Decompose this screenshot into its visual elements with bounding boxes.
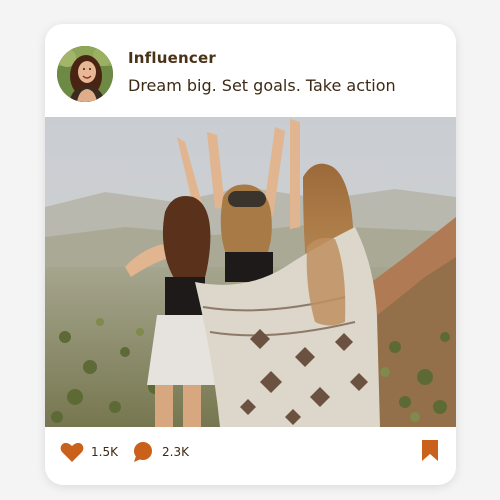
post-image[interactable]: [45, 117, 456, 427]
heart-icon[interactable]: [60, 441, 86, 463]
comments-stat[interactable]: 2.3K: [131, 441, 189, 463]
avatar-photo: [57, 46, 113, 102]
post-actions: 1.5K 2.3K: [45, 427, 456, 485]
avatar[interactable]: [57, 46, 113, 102]
author-name[interactable]: Influencer: [128, 49, 216, 67]
comments-count: 2.3K: [162, 445, 189, 459]
likes-count: 1.5K: [91, 445, 118, 459]
post-header: Influencer Dream big. Set goals. Take ac…: [45, 24, 456, 117]
likes-stat[interactable]: 1.5K: [60, 441, 118, 463]
bookmark-icon[interactable]: [421, 440, 439, 462]
post-caption: Dream big. Set goals. Take action: [128, 76, 396, 95]
post-card: Influencer Dream big. Set goals. Take ac…: [45, 24, 456, 485]
photo-friends-on-mountain: [45, 117, 456, 427]
comment-icon[interactable]: [131, 441, 157, 463]
